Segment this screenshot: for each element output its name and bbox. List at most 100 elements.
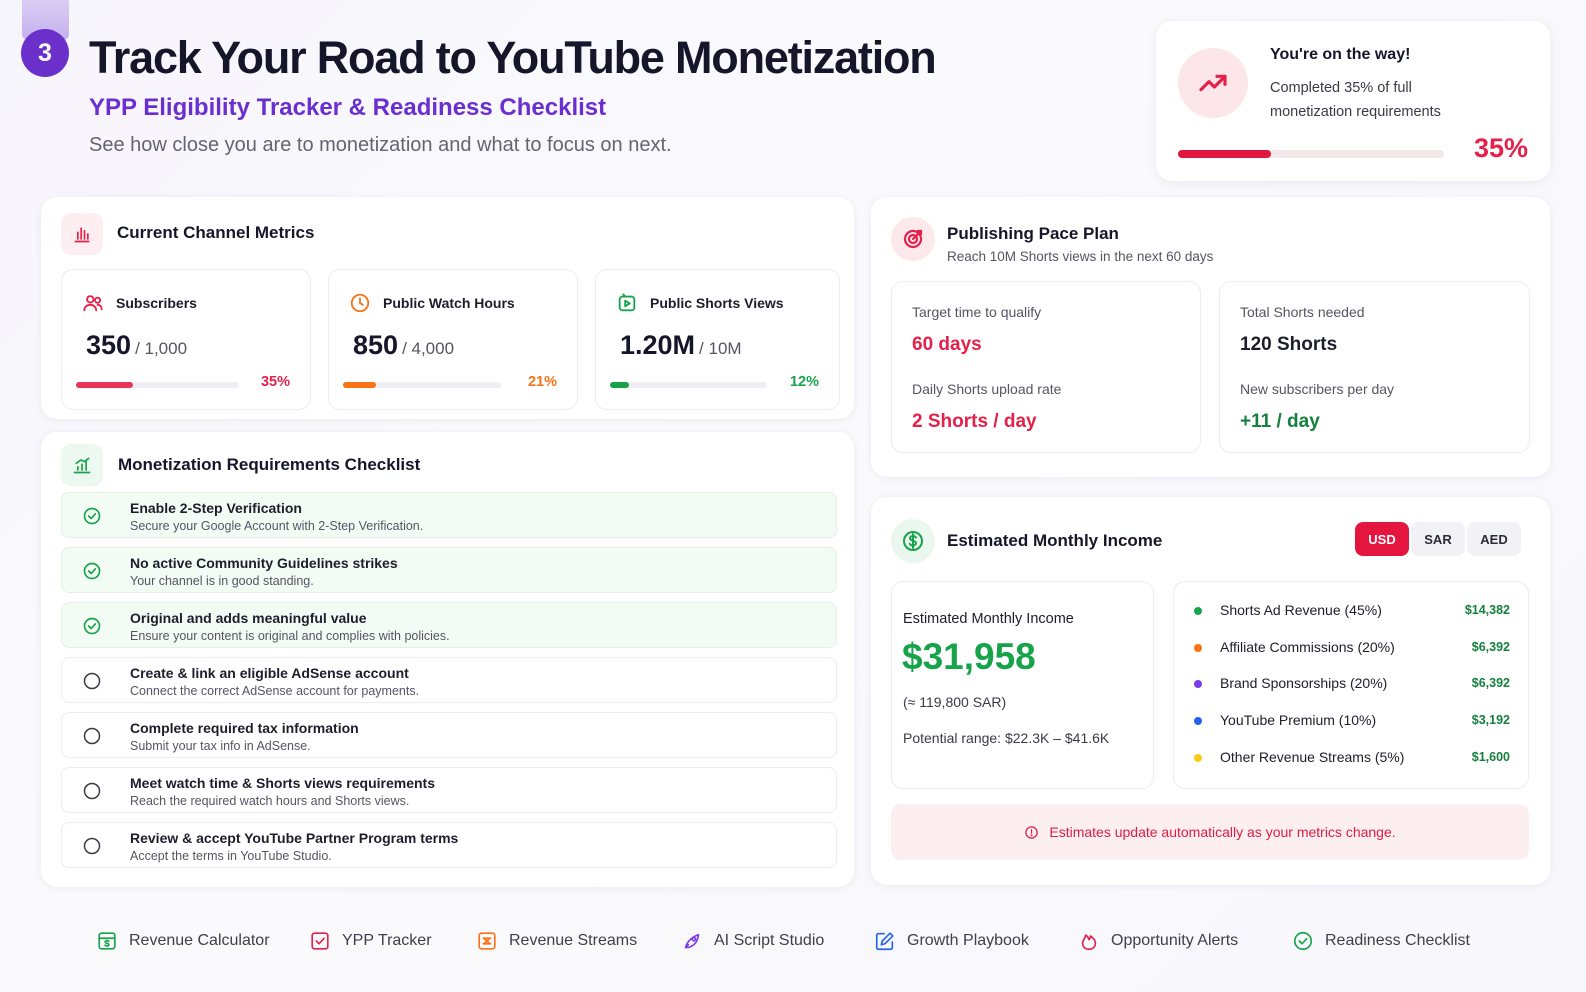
checklist-title: Monetization Requirements Checklist [118, 455, 421, 474]
metric-value: 350 [86, 330, 132, 360]
metric-target: / 10M [699, 339, 742, 358]
flame-icon [1081, 934, 1097, 951]
metric-target: / 1,000 [135, 339, 188, 358]
empty-circle-icon[interactable] [82, 781, 102, 801]
target-time-value: 60 days [912, 334, 982, 355]
nav-revenue-streams[interactable]: Revenue Streams [476, 930, 637, 952]
income-converted: (≈ 119,800 SAR) [903, 694, 1007, 710]
users-icon [83, 295, 103, 312]
nav-label: Revenue Streams [509, 932, 638, 949]
income-amount: $31,958 [902, 636, 1036, 677]
stream-label: Other Revenue Streams (5%) [1220, 748, 1405, 765]
metric-watch-hours: Public Watch Hours 850/ 4,000 21% [328, 269, 578, 410]
metric-value: 1.20M [620, 330, 696, 360]
bottom-navigation: Revenue Calculator YPP Tracker Revenue S… [0, 908, 1586, 992]
stream-dot [1194, 717, 1202, 726]
checklist-item[interactable]: Original and adds meaningful value Ensure… [61, 602, 837, 648]
nav-label: Opportunity Alerts [1111, 932, 1239, 949]
bar-chart-icon [61, 213, 103, 255]
overall-progress-fill [1178, 150, 1272, 158]
nav-readiness-checklist[interactable]: Readiness Checklist [1292, 930, 1470, 952]
page-description: See how close you are to monetization an… [89, 134, 672, 156]
estimate-notice: Estimates update automatically as your m… [891, 804, 1529, 860]
nav-label: Revenue Calculator [129, 932, 270, 949]
pace-title: Publishing Pace Plan [947, 224, 1119, 243]
metric-percent: 21% [527, 374, 557, 390]
checklist-item[interactable]: Complete required tax information Submit … [61, 712, 837, 758]
trend-up-icon [1178, 48, 1248, 118]
checklist-item[interactable]: Create & link an eligible AdSense accoun… [61, 657, 837, 703]
new-subs-label: New subscribers per day [1240, 381, 1395, 397]
rocket-icon [684, 933, 700, 949]
metric-label: Public Watch Hours [383, 295, 515, 311]
nav-ypp-tracker[interactable]: YPP Tracker [309, 930, 432, 952]
progress-card-text: Completed 35% of full monetization requi… [1270, 80, 1441, 120]
notice-text: Estimates update automatically as your m… [1049, 824, 1396, 840]
checklist-item-desc: Connect the correct AdSense account for … [130, 684, 420, 698]
metric-progress-fill [76, 382, 134, 388]
nav-label: Readiness Checklist [1325, 932, 1470, 949]
check-circle-icon[interactable] [82, 561, 102, 581]
clock-icon [350, 293, 370, 313]
nav-revenue-calculator[interactable]: Revenue Calculator [96, 930, 270, 952]
metric-percent: 12% [789, 374, 819, 390]
stream-dot [1194, 753, 1202, 762]
check-circle-icon[interactable] [82, 506, 102, 526]
income-card: Estimated Monthly Income USD SAR AED Est… [871, 497, 1550, 885]
metric-subscribers: Subscribers 350/ 1,000 35% [61, 269, 311, 410]
empty-circle-icon[interactable] [82, 836, 102, 856]
checklist-item-title: Review & accept YouTube Partner Program … [130, 830, 459, 846]
nav-ai-script-studio[interactable]: AI Script Studio [681, 930, 824, 952]
empty-circle-icon[interactable] [82, 726, 102, 746]
currency-usd-button[interactable]: USD [1355, 522, 1409, 556]
step-badge: 3 [21, 29, 69, 77]
new-subs-value: +11 / day [1240, 411, 1320, 432]
metric-progress-bar [76, 382, 239, 388]
empty-circle-icon[interactable] [82, 671, 102, 691]
metric-progress-fill [343, 382, 377, 388]
revenue-streams-box: Shorts Ad Revenue (45%) $14,382 Affiliate … [1173, 581, 1529, 789]
page-subtitle: YPP Eligibility Tracker & Readiness Chec… [89, 94, 607, 121]
revenue-stream-row: YouTube Premium (10%) $3,192 [1194, 712, 1510, 732]
checklist-item-title: No active Community Guidelines strikes [130, 555, 398, 571]
metric-label: Subscribers [116, 295, 197, 311]
checklist-item[interactable]: Enable 2-Step Verification Secure your Go… [61, 492, 837, 538]
checklist-item-title: Create & link an eligible AdSense accoun… [130, 665, 409, 681]
stream-dot [1194, 643, 1202, 652]
progress-card-title: You're on the way! [1270, 46, 1411, 63]
progress-summary-card: You're on the way! Completed 35% of full… [1156, 21, 1550, 181]
checklist-item-desc: Your channel is in good standing. [130, 574, 314, 588]
revenue-stream-row: Other Revenue Streams (5%) $1,600 [1194, 749, 1510, 769]
currency-aed-button[interactable]: AED [1467, 522, 1521, 556]
channel-metrics-card: Current Channel Metrics Subscribers 350/… [41, 197, 854, 419]
checkbox-icon [311, 932, 329, 950]
nav-opportunity-alerts[interactable]: Opportunity Alerts [1078, 930, 1238, 952]
income-title: Estimated Monthly Income [947, 531, 1163, 550]
overall-progress-bar [1178, 150, 1444, 158]
chart-growth-icon [61, 444, 103, 486]
checklist-item[interactable]: Review & accept YouTube Partner Program … [61, 822, 837, 868]
metric-percent: 35% [260, 374, 290, 390]
checklist-item[interactable]: Meet watch time & Shorts views requireme… [61, 767, 837, 813]
checklist-item-desc: Accept the terms in YouTube Studio. [130, 849, 332, 863]
pace-right-box: Total Shorts needed 120 Shorts New subsc… [1219, 281, 1530, 453]
stream-label: Shorts Ad Revenue (45%) [1220, 602, 1382, 618]
stream-amount: $3,192 [1471, 713, 1510, 728]
page-title: Track Your Road to YouTube Monetization [89, 32, 937, 83]
checklist-card: Monetization Requirements Checklist Enab… [41, 432, 854, 887]
metric-progress-fill [610, 382, 629, 388]
upload-rate-label: Daily Shorts upload rate [912, 381, 1062, 397]
metric-shorts-views: Public Shorts Views 1.20M/ 10M 12% [595, 269, 840, 410]
pace-left-box: Target time to qualify 60 days Daily Sho… [891, 281, 1201, 453]
info-icon [1025, 825, 1039, 839]
check-circle-icon[interactable] [82, 616, 102, 636]
revenue-stream-row: Shorts Ad Revenue (45%) $14,382 [1194, 602, 1510, 622]
currency-sar-button[interactable]: SAR [1411, 522, 1465, 556]
dollar-icon [891, 519, 935, 563]
check-circle-icon [1293, 931, 1313, 951]
metric-progress-bar [610, 382, 767, 388]
checklist-item[interactable]: No active Community Guidelines strikes Yo… [61, 547, 837, 593]
nav-growth-playbook[interactable]: Growth Playbook [874, 930, 1029, 952]
stream-amount: $6,392 [1471, 676, 1510, 691]
income-box-label: Estimated Monthly Income [903, 611, 1074, 627]
